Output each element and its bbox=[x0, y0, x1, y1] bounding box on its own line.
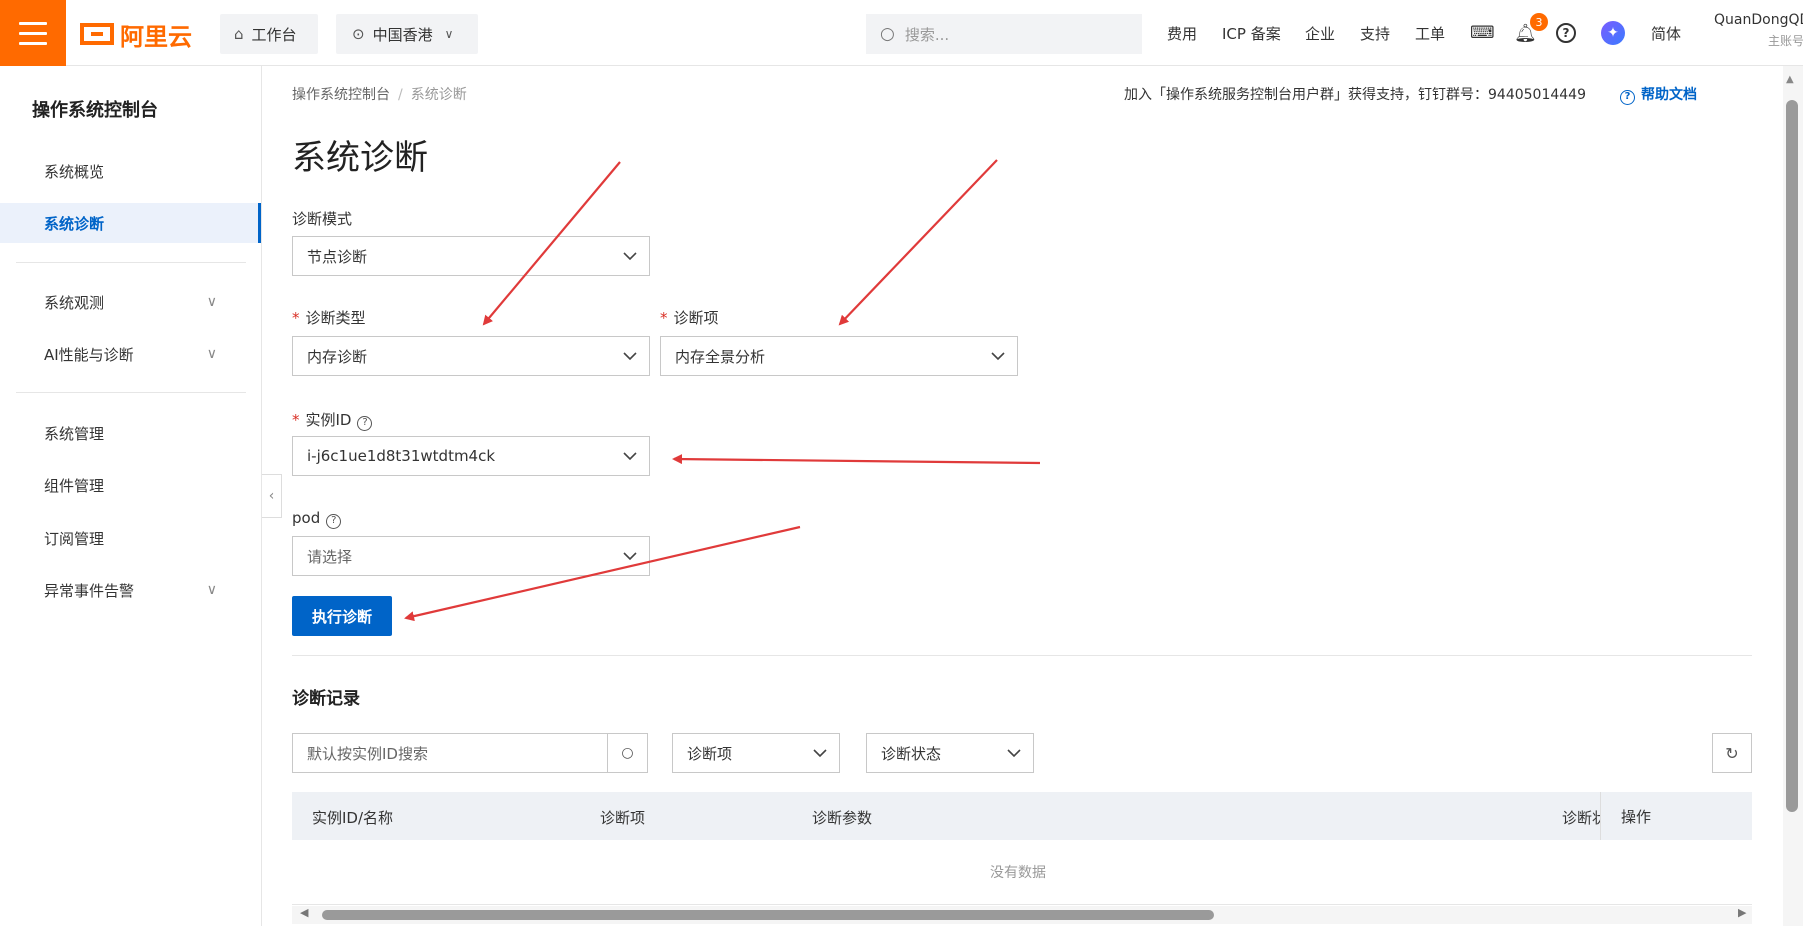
pod-label: pod? bbox=[292, 509, 342, 529]
search-icon[interactable]: ○ bbox=[607, 734, 647, 772]
breadcrumb-root[interactable]: 操作系统控制台 bbox=[292, 87, 390, 103]
scroll-left-icon[interactable]: ◀ bbox=[300, 906, 308, 919]
pod-select[interactable]: 请选择 bbox=[292, 536, 650, 576]
question-icon[interactable]: ? bbox=[326, 514, 342, 529]
type-select[interactable]: 内存诊断 bbox=[292, 336, 650, 376]
help-doc-link[interactable]: ? 帮助文档 bbox=[1620, 84, 1697, 105]
region-selector[interactable]: ⊙ 中国香港 ∨ bbox=[336, 14, 478, 54]
item-select[interactable]: 内存全景分析 bbox=[660, 336, 1018, 376]
records-search-input[interactable]: 默认按实例ID搜索 ○ bbox=[292, 733, 648, 773]
item-label: * 诊断项 bbox=[660, 309, 719, 327]
support-notice: 加入「操作系统服务控制台用户群」获得支持，钉钉群号：94405014449 bbox=[1124, 87, 1586, 103]
avatar[interactable]: ✦ bbox=[1601, 0, 1625, 66]
breadcrumb-current: 系统诊断 bbox=[410, 87, 467, 103]
nav-ticket[interactable]: 工单 bbox=[1415, 0, 1445, 66]
column-header: 诊断状 bbox=[1562, 809, 1600, 827]
chevron-down-icon: ∨ bbox=[206, 294, 217, 310]
chevron-down-icon: ∨ bbox=[444, 27, 454, 41]
table-header: 实例ID/名称 诊断项 诊断参数 诊断状 bbox=[292, 792, 1752, 840]
chevron-down-icon: ∨ bbox=[206, 582, 217, 598]
chevron-down-icon bbox=[813, 749, 827, 758]
language-switch[interactable]: 简体 bbox=[1651, 0, 1681, 66]
sidebar: 操作系统控制台 系统概览 系统诊断 系统观测 ∨ AI性能与诊断 ∨ 系统管理 组件… bbox=[0, 66, 262, 926]
top-bar: 阿里云 ⌂ 工作台 ⊙ 中国香港 ∨ ○ 搜索... 费用 ICP 备案 企业 支持 工… bbox=[0, 0, 1803, 66]
annotation-arrow bbox=[838, 159, 998, 326]
home-icon: ⌂ bbox=[234, 25, 244, 43]
type-label: * 诊断类型 bbox=[292, 309, 366, 327]
records-title: 诊断记录 bbox=[292, 689, 360, 709]
chevron-down-icon bbox=[623, 552, 637, 561]
filter-item-select[interactable]: 诊断项 bbox=[672, 733, 840, 773]
sidebar-item-diagnosis[interactable]: 系统诊断 bbox=[0, 203, 261, 243]
aliyun-logo[interactable]: 阿里云 bbox=[80, 18, 192, 51]
section-divider bbox=[292, 655, 1752, 656]
notification-badge: 3 bbox=[1530, 13, 1548, 31]
mode-select[interactable]: 节点诊断 bbox=[292, 236, 650, 276]
chevron-left-icon: ‹ bbox=[268, 488, 275, 504]
vertical-scroll-thumb[interactable] bbox=[1786, 100, 1798, 812]
search-icon: ○ bbox=[880, 24, 895, 44]
breadcrumb: 操作系统控制台 / 系统诊断 bbox=[292, 87, 467, 103]
chevron-down-icon bbox=[623, 252, 637, 261]
chevron-down-icon bbox=[623, 452, 637, 461]
sidebar-item-system-mgmt[interactable]: 系统管理 bbox=[0, 413, 261, 453]
column-header: 实例ID/名称 bbox=[312, 809, 394, 827]
location-icon: ⊙ bbox=[352, 25, 365, 43]
search-input[interactable]: ○ 搜索... bbox=[866, 14, 1142, 54]
workbench-button[interactable]: ⌂ 工作台 bbox=[220, 14, 318, 54]
run-diagnosis-button[interactable]: 执行诊断 bbox=[292, 596, 392, 636]
question-icon: ? bbox=[1620, 90, 1635, 105]
nav-icp[interactable]: ICP 备案 bbox=[1222, 0, 1281, 66]
column-header: 诊断参数 bbox=[812, 809, 873, 827]
refresh-icon: ↻ bbox=[1725, 743, 1739, 763]
help-icon[interactable]: ? bbox=[1556, 0, 1576, 66]
user-menu[interactable]: QuanDongQD 主账号 bbox=[1714, 12, 1803, 49]
instance-label: * 实例ID? bbox=[292, 409, 373, 431]
mode-label: 诊断模式 bbox=[292, 210, 353, 228]
nav-billing[interactable]: 费用 bbox=[1167, 0, 1197, 66]
sidebar-item-component-mgmt[interactable]: 组件管理 bbox=[0, 465, 261, 505]
sidebar-divider bbox=[16, 262, 246, 263]
chevron-down-icon bbox=[623, 352, 637, 361]
sidebar-item-observe[interactable]: 系统观测 ∨ bbox=[0, 282, 261, 322]
terminal-icon[interactable]: ⌨ bbox=[1470, 0, 1495, 66]
instance-select[interactable]: i-j6c1ue1d8t31wtdtm4ck bbox=[292, 436, 650, 476]
app-root: { "topbar": { "logo_text": "阿里云", "workb… bbox=[0, 0, 1803, 926]
sidebar-item-alerts[interactable]: 异常事件告警 ∨ bbox=[0, 570, 261, 610]
sidebar-item-overview[interactable]: 系统概览 bbox=[0, 151, 261, 191]
sidebar-title: 操作系统控制台 bbox=[32, 100, 158, 121]
chevron-down-icon: ∨ bbox=[206, 346, 217, 362]
scroll-right-icon[interactable]: ▶ bbox=[1738, 906, 1746, 919]
refresh-button[interactable]: ↻ bbox=[1712, 733, 1752, 773]
aliyun-logo-icon bbox=[80, 23, 114, 45]
chevron-down-icon bbox=[991, 352, 1005, 361]
chevron-down-icon bbox=[1007, 749, 1021, 758]
filter-status-select[interactable]: 诊断状态 bbox=[866, 733, 1034, 773]
annotation-arrow bbox=[672, 454, 1041, 465]
page-title: 系统诊断 bbox=[292, 138, 428, 178]
menu-button[interactable] bbox=[0, 0, 66, 66]
nav-support[interactable]: 支持 bbox=[1360, 0, 1390, 66]
horizontal-scroll-thumb[interactable] bbox=[322, 910, 1214, 920]
sidebar-item-subscription[interactable]: 订阅管理 bbox=[0, 518, 261, 558]
sidebar-divider bbox=[16, 392, 246, 393]
scroll-up-icon[interactable]: ▲ bbox=[1786, 74, 1794, 85]
table-divider bbox=[292, 904, 1752, 905]
sidebar-collapse-button[interactable]: ‹ bbox=[262, 474, 282, 518]
annotation-arrows bbox=[404, 159, 1041, 622]
question-icon[interactable]: ? bbox=[357, 416, 373, 431]
bell-icon[interactable]: 🔔︎ bbox=[1514, 0, 1537, 66]
sidebar-item-ai-perf[interactable]: AI性能与诊断 ∨ bbox=[0, 334, 261, 374]
nav-enterprise[interactable]: 企业 bbox=[1305, 0, 1335, 66]
column-header: 操作 bbox=[1600, 792, 1752, 840]
empty-state: 没有数据 bbox=[990, 865, 1046, 881]
column-header: 诊断项 bbox=[600, 809, 646, 827]
